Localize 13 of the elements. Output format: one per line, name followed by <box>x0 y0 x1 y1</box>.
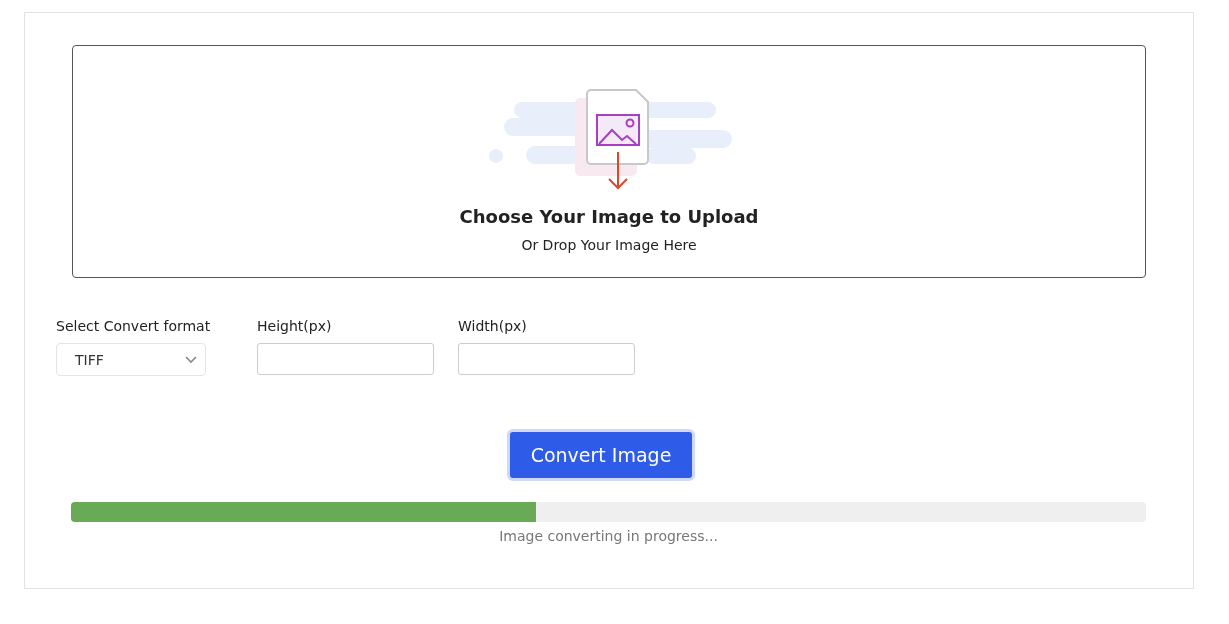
progress-status: Image converting in progress... <box>498 528 719 544</box>
input-field[interactable] <box>257 343 434 375</box>
input-field[interactable] <box>458 343 635 375</box>
image-upload-icon <box>486 88 732 192</box>
format-select[interactable]: TIFF <box>56 343 206 376</box>
convert-button[interactable]: Convert Image <box>509 432 693 478</box>
upload-subtitle: Or Drop Your Image Here <box>521 237 697 253</box>
field-label: Height(px) <box>257 318 333 334</box>
chevron-down-icon <box>185 355 197 364</box>
upload-dropzone[interactable]: Choose Your Image to Upload Or Drop Your Image Here <box>72 45 1146 278</box>
upload-title: Choose Your Image to Upload <box>459 206 759 227</box>
field-label: Select Convert format <box>56 318 212 334</box>
field-label: Width(px) <box>458 318 528 334</box>
